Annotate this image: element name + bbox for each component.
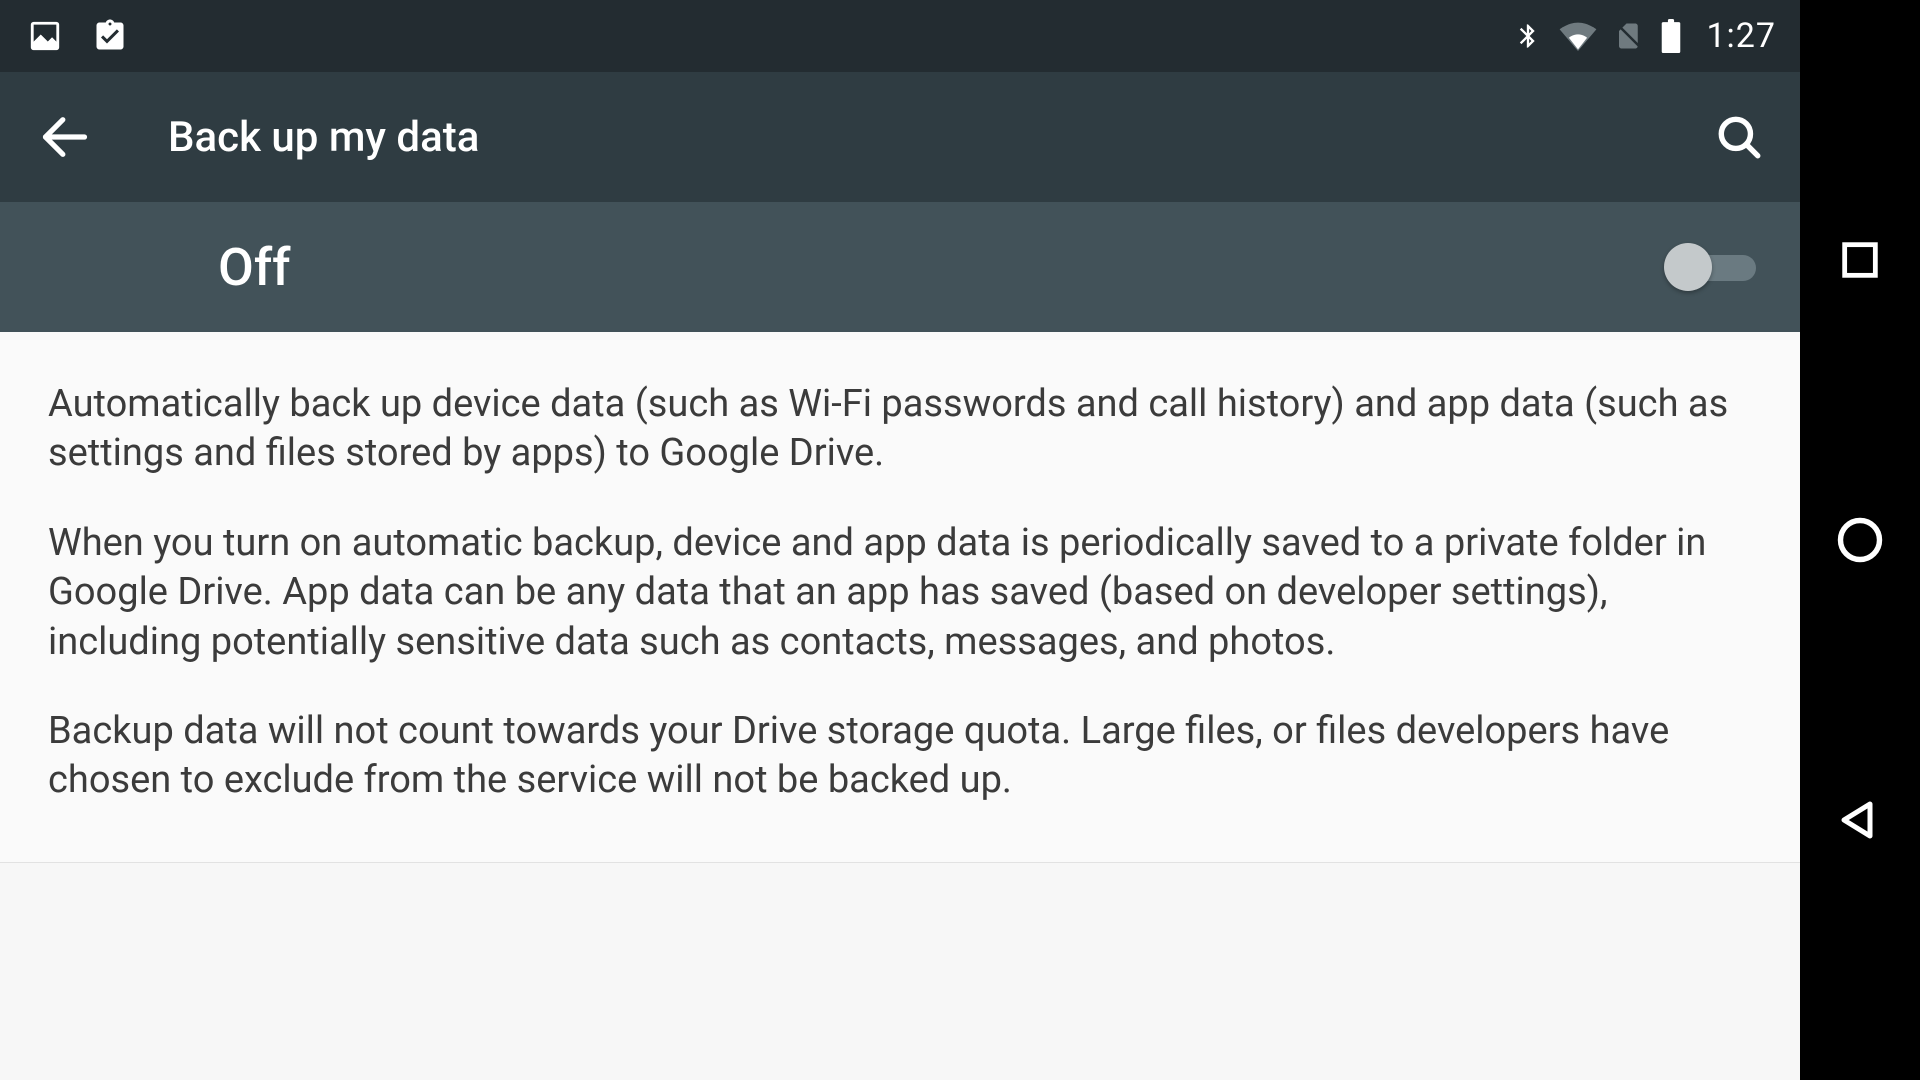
wifi-icon [1558,19,1598,53]
switch-thumb [1664,243,1712,291]
navigation-bar [1800,0,1920,1080]
empty-area [0,863,1800,1080]
assignment-done-notification-icon [92,18,128,54]
back-button[interactable] [36,108,94,166]
description-paragraph: Backup data will not count towards your … [48,707,1752,806]
page-title: Back up my data [168,113,1636,162]
search-button[interactable] [1710,108,1768,166]
master-toggle-row[interactable]: Off [0,202,1800,332]
bluetooth-icon [1514,19,1542,53]
no-sim-icon [1614,19,1644,53]
description-paragraph: When you turn on automatic backup, devic… [48,519,1752,667]
picture-notification-icon [28,19,62,53]
action-bar: Back up my data [0,72,1800,202]
recent-apps-button[interactable] [1833,233,1887,287]
description-block: Automatically back up device data (such … [0,332,1800,863]
toggle-state-label: Off [218,237,1664,298]
battery-icon [1660,19,1682,53]
status-clock: 1:27 [1706,16,1776,56]
status-bar: 1:27 [0,0,1800,72]
description-paragraph: Automatically back up device data (such … [48,380,1752,479]
backup-switch[interactable] [1664,245,1756,289]
nav-back-button[interactable] [1833,793,1887,847]
home-button[interactable] [1833,513,1887,567]
